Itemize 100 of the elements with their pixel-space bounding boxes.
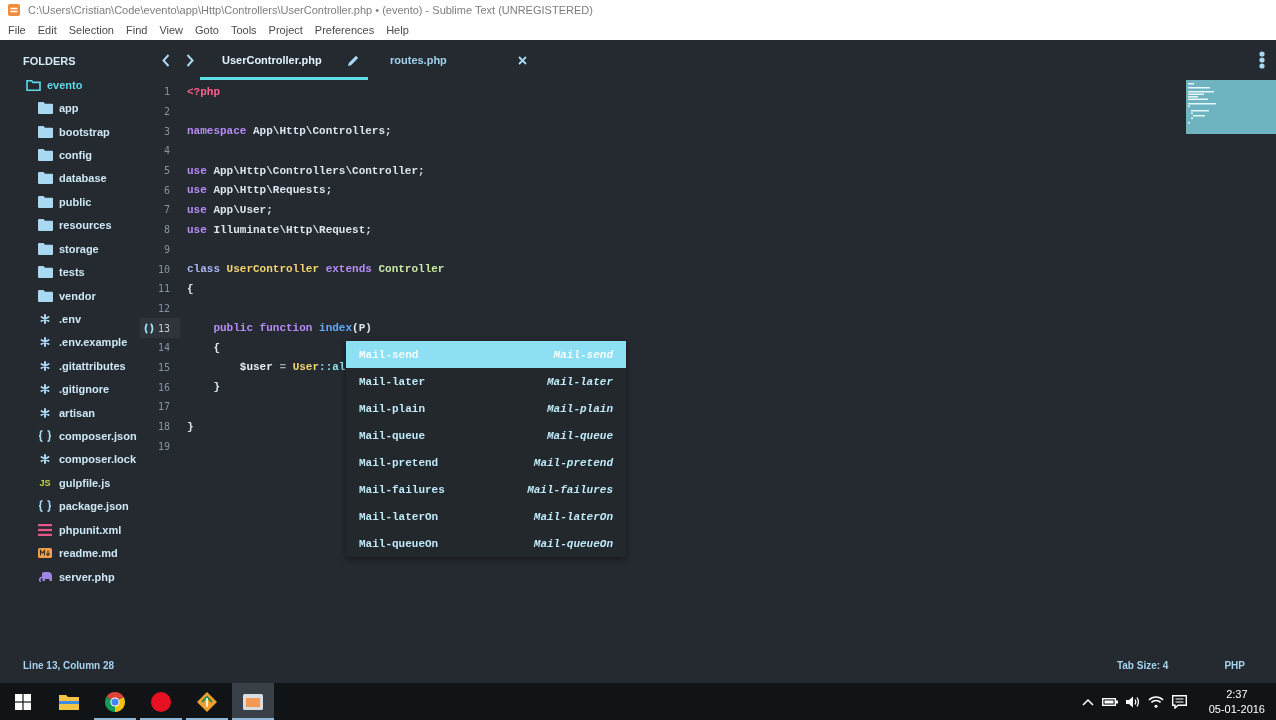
code-line: { <box>187 282 194 295</box>
suggestion-item[interactable]: Mail-failures Mail-failures <box>346 476 626 503</box>
clock-date[interactable]: 05-01-2016 <box>1208 701 1265 717</box>
tree-item[interactable]: composer.lock <box>37 453 137 466</box>
menu-item[interactable]: View <box>153 22 190 38</box>
suggestion-hint: Mail-pretend <box>533 456 613 469</box>
suggestion-hint: Mail-laterOn <box>533 510 613 523</box>
tree-item[interactable]: evento <box>25 78 83 91</box>
tree-item[interactable]: artisan <box>37 406 96 419</box>
suggestion-item[interactable]: Mail-plain Mail-plain <box>346 395 626 422</box>
menu-item[interactable]: Find <box>119 22 154 38</box>
tree-item[interactable]: .gitattributes <box>37 359 126 372</box>
suggestion-item[interactable]: Mail-later Mail-later <box>346 368 626 395</box>
line-number: 4 <box>163 145 170 157</box>
menu-item[interactable]: Tools <box>224 22 263 38</box>
line-number: 16 <box>157 381 170 393</box>
close-icon[interactable] <box>518 55 527 65</box>
diamond-icon <box>197 691 217 712</box>
browser-icon <box>105 691 125 712</box>
suggestion-item[interactable]: Mail-laterOn Mail-laterOn <box>346 503 626 530</box>
code-line: public function index(P) <box>213 322 372 335</box>
code-line: use App\Http\Requests; <box>187 184 333 197</box>
tree-item[interactable]: config <box>37 148 92 161</box>
markdown-icon <box>38 548 52 559</box>
suggestion-hint: Mail-plain <box>547 402 613 415</box>
menu-item[interactable]: Project <box>262 22 309 38</box>
line-number: 2 <box>163 106 170 118</box>
line-number: 8 <box>163 224 170 236</box>
forward-button[interactable] <box>184 52 196 68</box>
window-title: C:\Users\Cristian\Code\evento\app\Http\Controllers\UserController.php • (evento) - Sublime Text (UNREGISTERED) <box>28 4 593 16</box>
line-number: 7 <box>163 204 170 216</box>
tab[interactable]: UserController.php <box>200 40 368 80</box>
line-number: 6 <box>163 184 170 196</box>
code-line: use App\User; <box>187 203 273 216</box>
speaker-icon[interactable] <box>1125 695 1140 708</box>
tree-item[interactable]: readme.md <box>37 547 118 560</box>
menu-item[interactable]: Selection <box>62 22 120 38</box>
menu-item[interactable]: Goto <box>189 22 225 38</box>
tree-item[interactable]: database <box>37 172 107 185</box>
asterisk-icon <box>40 360 50 371</box>
menu-item[interactable]: Help <box>380 22 415 38</box>
tree-item[interactable]: JS gulpfile.js <box>37 476 111 489</box>
line-number: 10 <box>157 263 170 275</box>
code-line: } <box>187 420 194 433</box>
syntax-setting[interactable]: PHP <box>1224 659 1245 671</box>
tree-item[interactable]: tests <box>37 266 85 279</box>
chevron-up-icon[interactable] <box>1081 697 1094 706</box>
tab-size-setting[interactable]: Tab Size: 4 <box>1116 659 1169 671</box>
braces-icon <box>38 430 52 443</box>
tree-item[interactable]: phpunit.xml <box>37 523 122 536</box>
suggestion-item[interactable]: Mail-pretend Mail-pretend <box>346 449 626 476</box>
menu-item[interactable]: Edit <box>31 22 63 38</box>
suggestion-trigger: Mail-laterOn <box>359 510 439 523</box>
taskbar-button[interactable] <box>232 683 274 720</box>
line-number: 15 <box>157 361 170 373</box>
suggestion-hint: Mail-send <box>553 348 613 361</box>
code-line: namespace App\Http\Controllers; <box>187 125 392 138</box>
script-type-label: JS <box>39 477 51 488</box>
tree-item[interactable]: .env <box>37 312 81 325</box>
menu-item[interactable]: Preferences <box>308 22 381 38</box>
line-number: 3 <box>163 125 170 137</box>
tree-item[interactable]: package.json <box>37 500 129 513</box>
message-icon[interactable] <box>1171 694 1187 709</box>
code-line: { <box>213 341 220 354</box>
tree-item[interactable]: vendor <box>37 289 96 302</box>
elephant-icon <box>38 571 52 582</box>
suggestion-trigger: Mail-queueOn <box>359 537 439 550</box>
battery-icon[interactable] <box>1101 696 1118 707</box>
code-line: <?php <box>187 85 220 98</box>
tree-item[interactable]: .env.example <box>37 336 128 349</box>
parentheses-icon <box>143 322 155 334</box>
suggestion-hint: Mail-queueOn <box>533 537 613 550</box>
suggestion-item[interactable]: Mail-queue Mail-queue <box>346 422 626 449</box>
menu-item[interactable]: File <box>2 22 32 38</box>
suggestion-hint: Mail-later <box>547 375 613 388</box>
code-line: } <box>213 381 220 394</box>
code-line: use App\Http\Controllers\Controller; <box>187 164 425 177</box>
tree-item[interactable]: server.php <box>37 570 115 583</box>
tree-item[interactable]: resources <box>37 219 112 232</box>
line-number: 5 <box>163 165 170 177</box>
suggestion-hint: Mail-queue <box>547 429 613 442</box>
tree-item[interactable]: .gitignore <box>37 383 110 396</box>
clock-time[interactable]: 2:37 <box>1226 686 1248 702</box>
record-icon <box>151 691 171 712</box>
chevron-right-icon <box>186 53 194 67</box>
tree-item[interactable]: composer.json <box>37 430 137 443</box>
tree-item[interactable]: public <box>37 195 92 208</box>
line-number: 13 <box>157 322 170 334</box>
suggestion-item[interactable]: Mail-queueOn Mail-queueOn <box>346 530 626 557</box>
menu-icon[interactable] <box>1259 51 1265 69</box>
tree-item[interactable]: app <box>37 102 79 115</box>
wifi-icon[interactable] <box>1147 695 1164 708</box>
tree-item[interactable]: bootstrap <box>37 125 110 138</box>
suggestion-hint: Mail-failures <box>527 483 613 496</box>
line-number: 11 <box>157 283 170 295</box>
back-button[interactable] <box>160 52 172 68</box>
tree-item[interactable]: storage <box>37 242 99 255</box>
grid-icon <box>15 693 31 710</box>
tab[interactable]: routes.php <box>368 40 536 80</box>
sidebar-title: FOLDERS <box>22 54 77 69</box>
